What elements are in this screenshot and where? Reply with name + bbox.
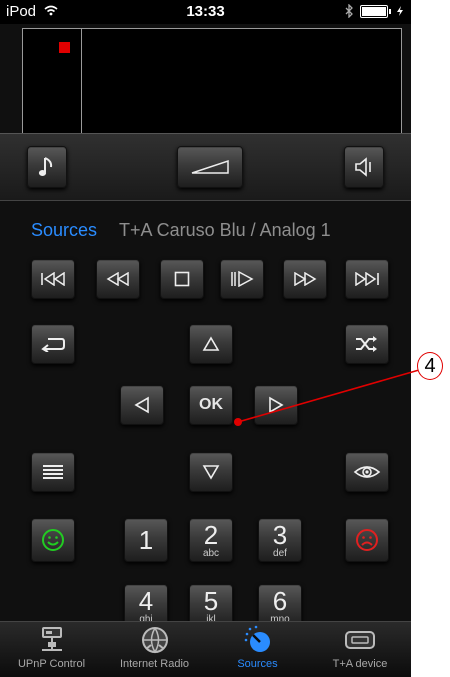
music-note-icon	[38, 157, 53, 176]
key-3-button[interactable]: 3 def	[258, 518, 302, 562]
key-2-number: 2	[203, 519, 219, 550]
sources-label[interactable]: Sources	[31, 220, 97, 240]
skip-back-button[interactable]	[31, 259, 75, 299]
ok-button[interactable]: OK	[189, 385, 233, 425]
sad-button[interactable]	[345, 518, 389, 562]
left-button[interactable]	[120, 385, 164, 425]
status-bar: iPod 13:33	[0, 0, 411, 24]
right-button[interactable]	[254, 385, 298, 425]
tab-bar: UPnP Control Internet Radio Sources T+A …	[0, 621, 411, 677]
list-icon	[43, 465, 63, 479]
volume-wedge-icon	[191, 159, 229, 174]
status-right	[345, 4, 403, 18]
tab-label: Sources	[237, 658, 278, 670]
frown-icon	[356, 529, 378, 551]
rewind-icon	[106, 272, 129, 286]
shuffle-button[interactable]	[345, 324, 389, 364]
right-arrow-icon	[269, 396, 284, 414]
smiley-icon	[42, 529, 64, 551]
key-2-button[interactable]: 2 abc	[189, 518, 233, 562]
mute-button[interactable]	[344, 146, 384, 188]
now-playing-display	[22, 28, 402, 134]
tab-internet-radio[interactable]: Internet Radio	[103, 622, 206, 677]
music-button[interactable]	[27, 146, 67, 188]
globe-icon	[141, 627, 168, 654]
battery-icon	[360, 4, 388, 18]
speaker-mute-icon	[355, 157, 371, 177]
up-arrow-icon	[202, 336, 220, 351]
key-1-number: 1	[138, 525, 154, 555]
play-pause-button[interactable]	[220, 259, 264, 299]
down-arrow-icon	[202, 465, 220, 480]
device-icon	[345, 631, 375, 649]
current-source: T+A Caruso Blu / Analog 1	[119, 220, 331, 240]
phone-screen: iPod 13:33 Sources T+A Caruso Blu / Analo…	[0, 0, 411, 677]
eye-icon	[353, 466, 381, 478]
skip-forward-button[interactable]	[345, 259, 389, 299]
rewind-button[interactable]	[96, 259, 140, 299]
stop-icon	[174, 271, 190, 287]
tab-ta-device[interactable]: T+A device	[309, 622, 411, 677]
tab-label: UPnP Control	[17, 658, 86, 670]
network-icon	[41, 627, 62, 651]
record-indicator	[59, 42, 70, 53]
play-pause-icon	[231, 271, 254, 287]
volume-row	[0, 133, 411, 201]
source-line: Sources T+A Caruso Blu / Analog 1	[31, 220, 331, 241]
fast-forward-button[interactable]	[283, 259, 327, 299]
tab-label: Internet Radio	[119, 658, 190, 670]
stop-button[interactable]	[160, 259, 204, 299]
tab-label: T+A device	[332, 658, 388, 670]
skip-forward-icon	[355, 272, 379, 286]
skip-back-icon	[41, 272, 65, 286]
key-5-number: 5	[203, 585, 219, 616]
shuffle-icon	[356, 336, 377, 352]
charging-icon	[397, 6, 403, 16]
fast-forward-icon	[294, 272, 317, 286]
bluetooth-icon	[345, 4, 353, 18]
tab-upnp-control[interactable]: UPnP Control	[0, 622, 103, 677]
key-3-letters: def	[273, 547, 287, 559]
list-button[interactable]	[31, 452, 75, 492]
volume-button[interactable]	[177, 146, 243, 188]
down-button[interactable]	[189, 452, 233, 492]
happy-button[interactable]	[31, 518, 75, 562]
ok-label: OK	[199, 396, 223, 413]
key-1-button[interactable]: 1	[124, 518, 168, 562]
return-arrow-icon	[41, 338, 65, 352]
key-3-number: 3	[272, 519, 288, 550]
key-2-letters: abc	[202, 547, 220, 559]
key-6-number: 6	[272, 585, 288, 616]
annotation-number: 4	[417, 352, 443, 380]
back-button[interactable]	[31, 324, 75, 364]
eye-button[interactable]	[345, 452, 389, 492]
left-arrow-icon	[134, 396, 149, 414]
key-4-number: 4	[138, 585, 154, 616]
tab-sources[interactable]: Sources	[206, 622, 309, 677]
knob-icon	[244, 625, 270, 652]
up-button[interactable]	[189, 324, 233, 364]
